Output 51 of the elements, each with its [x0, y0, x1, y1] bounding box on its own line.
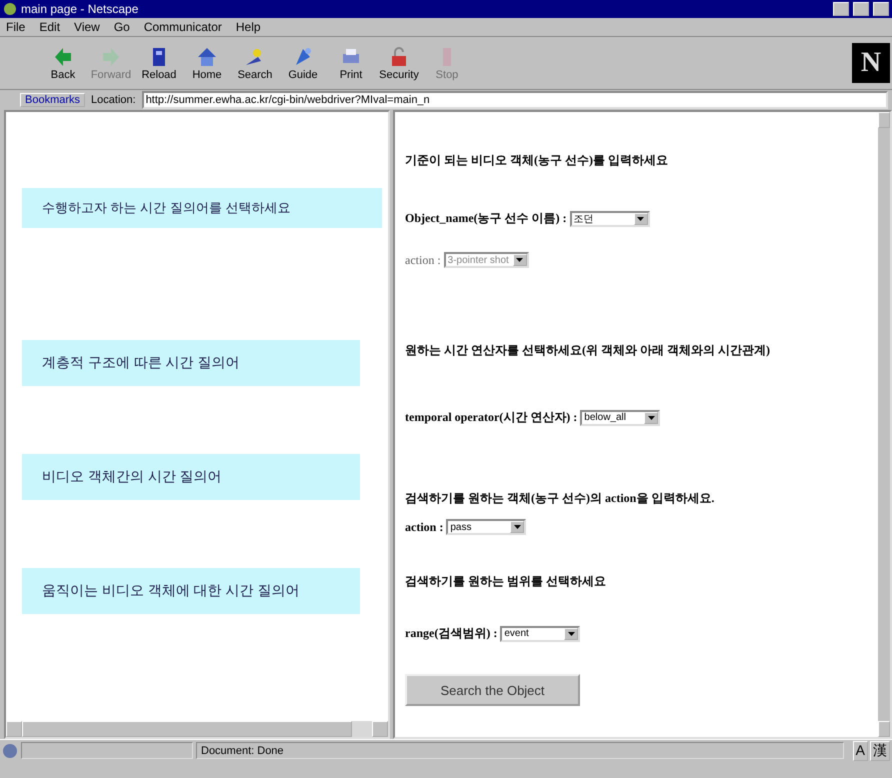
instruction-text: 검색하기를 원하는 범위를 선택하세요 [405, 573, 606, 590]
field-label: action : [405, 520, 444, 534]
field-label: Object_name(농구 선수 이름) : [405, 210, 567, 227]
instruction-text: 검색하기를 원하는 객체(농구 선수)의 action을 입력하세요. [405, 490, 714, 507]
maximize-button[interactable] [853, 2, 869, 16]
search-button[interactable]: Search the Object [405, 674, 580, 706]
dropdown[interactable]: pass [446, 519, 526, 535]
security-status-icon [2, 742, 18, 758]
instruction-text: 기준이 되는 비디오 객체(농구 선수)를 입력하세요 [405, 152, 668, 169]
caret-icon [514, 525, 521, 529]
toolbar-button[interactable]: Print [328, 45, 374, 81]
caret-icon [637, 216, 644, 220]
url-field[interactable]: http://summer.ewha.ac.kr/cgi-bin/webdriver?MIval=main_n [142, 91, 888, 109]
toolbar-button[interactable]: Reload [136, 45, 182, 81]
query-link[interactable]: 계층적 구조에 따른 시간 질의어 [22, 340, 360, 386]
menu-item[interactable]: Go [112, 20, 132, 34]
menu-item[interactable]: Edit [37, 20, 62, 34]
app-icon [3, 2, 17, 16]
toolbar-button[interactable]: Guide [280, 45, 326, 81]
vertical-scrollbar[interactable] [878, 112, 890, 737]
menu-item[interactable]: Help [234, 20, 263, 34]
query-link[interactable]: 움직이는 비디오 객체에 대한 시간 질의어 [22, 568, 360, 614]
toolbar-button[interactable]: Back [40, 45, 86, 81]
toolbar-button[interactable]: Search [232, 45, 278, 81]
window-title: main page - Netscape [21, 2, 140, 16]
caret-icon [516, 258, 524, 262]
ime-button[interactable]: A [852, 740, 868, 760]
status-text: Document: Done [196, 742, 844, 759]
toolbar-button[interactable]: Home [184, 45, 230, 81]
minimize-button[interactable] [833, 2, 849, 16]
dropdown[interactable]: 조던 [570, 210, 650, 226]
field-label: action : [405, 252, 441, 268]
location-label: Location: [91, 94, 136, 106]
horizontal-scrollbar[interactable] [6, 721, 388, 737]
section-heading: 수행하고자 하는 시간 질의어를 선택하세요 [22, 188, 382, 228]
browser-logo: N [852, 43, 890, 83]
bookmarks-button[interactable]: Bookmarks [20, 93, 86, 107]
field-label: range(검색범위) : [405, 625, 498, 642]
close-button[interactable] [873, 2, 889, 16]
dropdown[interactable]: below_all [580, 410, 660, 426]
query-link[interactable]: 비디오 객체간의 시간 질의어 [22, 454, 360, 500]
menu-item[interactable]: View [72, 20, 102, 34]
field-label: temporal operator(시간 연산자) : [405, 409, 578, 426]
caret-icon [648, 416, 655, 420]
menu-item[interactable]: Communicator [142, 20, 224, 34]
instruction-text: 원하는 시간 연산자를 선택하세요(위 객체와 아래 객체와의 시간관계) [405, 342, 770, 359]
caret-icon [568, 632, 575, 636]
toolbar-button[interactable]: Security [376, 45, 422, 81]
ime-button[interactable]: 漢 [870, 740, 890, 760]
menu-item[interactable]: File [4, 20, 28, 34]
dropdown[interactable]: event [500, 626, 580, 642]
